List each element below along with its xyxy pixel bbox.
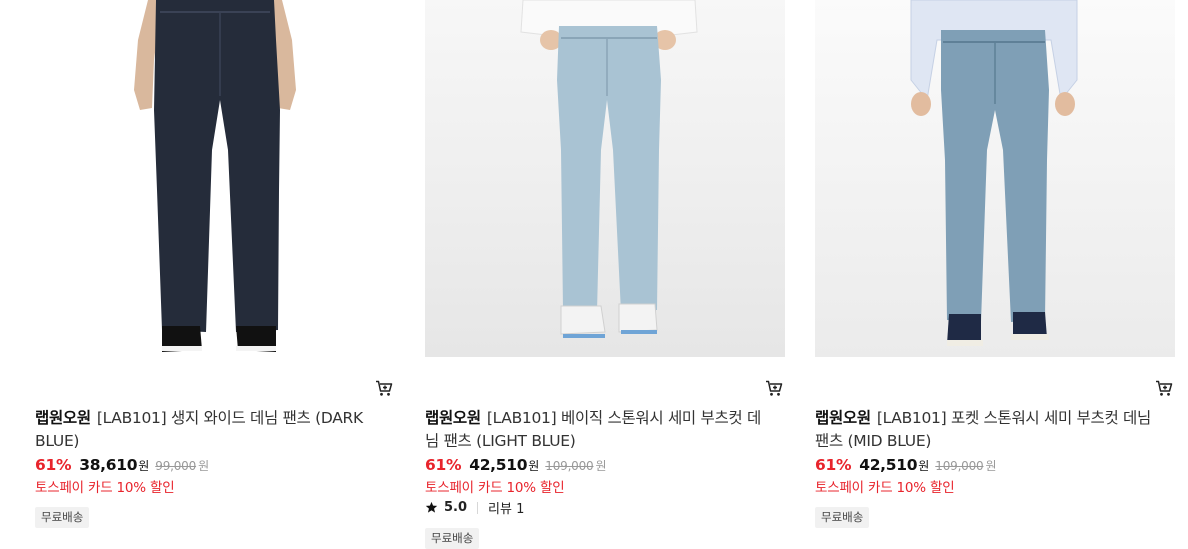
free-shipping-badge: 무료배송 <box>425 528 480 549</box>
payment-promo: 토스페이 카드 10% 할인 <box>815 480 955 496</box>
product-card[interactable]: 랩원오원 [LAB101] 베이직 스톤워시 세미 부츠컷 데님 팬츠 (LIGH… <box>425 0 785 549</box>
price-row: 61% 42,510 원 109,000 원 <box>425 456 607 476</box>
discount-rate: 61% <box>35 456 72 474</box>
cart-plus-icon[interactable] <box>763 377 785 399</box>
original-currency-unit: 원 <box>595 459 607 473</box>
product-grid: 랩원오원 [LAB101] 생지 와이드 데님 팬츠 (DARK BLUE) 61… <box>0 0 1188 549</box>
payment-promo: 토스페이 카드 10% 할인 <box>425 480 565 496</box>
original-price: 99,000 <box>155 459 197 473</box>
product-title[interactable]: 랩원오원 [LAB101] 생지 와이드 데님 팬츠 (DARK BLUE) <box>35 407 380 453</box>
rating-row: 5.0 리뷰 1 <box>425 498 524 517</box>
brand-name[interactable]: 랩원오원 <box>35 409 91 427</box>
free-shipping-badge: 무료배송 <box>815 507 870 528</box>
brand-name[interactable]: 랩원오원 <box>425 409 481 427</box>
cart-plus-icon[interactable] <box>1153 377 1175 399</box>
cart-plus-icon[interactable] <box>373 377 395 399</box>
free-shipping-badge: 무료배송 <box>35 507 90 528</box>
jeans-photo-icon <box>520 0 698 338</box>
product-image[interactable] <box>425 0 785 357</box>
payment-promo: 토스페이 카드 10% 할인 <box>35 480 175 496</box>
product-card[interactable]: 랩원오원 [LAB101] 생지 와이드 데님 팬츠 (DARK BLUE) 61… <box>30 0 395 542</box>
star-icon <box>425 501 438 513</box>
jeans-photo-icon <box>910 0 1078 346</box>
product-image[interactable] <box>30 0 380 357</box>
original-currency-unit: 원 <box>985 459 997 473</box>
currency-unit: 원 <box>138 459 150 473</box>
original-currency-unit: 원 <box>198 459 210 473</box>
price-row: 61% 38,610 원 99,000 원 <box>35 456 209 476</box>
discount-rate: 61% <box>815 456 852 474</box>
product-title[interactable]: 랩원오원 [LAB101] 포켓 스톤워시 세미 부츠컷 데님 팬츠 (MID B… <box>815 407 1160 453</box>
sale-price: 42,510 <box>859 456 918 474</box>
discount-rate: 61% <box>425 456 462 474</box>
currency-unit: 원 <box>918 459 930 473</box>
currency-unit: 원 <box>528 459 540 473</box>
product-image[interactable] <box>815 0 1175 357</box>
brand-name[interactable]: 랩원오원 <box>815 409 871 427</box>
review-count[interactable]: 리뷰 1 <box>488 498 524 517</box>
sale-price: 42,510 <box>469 456 528 474</box>
original-price: 109,000 <box>545 459 594 473</box>
rating-score: 5.0 <box>444 500 468 515</box>
product-card[interactable]: 랩원오원 [LAB101] 포켓 스톤워시 세미 부츠컷 데님 팬츠 (MID B… <box>815 0 1175 542</box>
original-price: 109,000 <box>935 459 984 473</box>
product-title[interactable]: 랩원오원 [LAB101] 베이직 스톤워시 세미 부츠컷 데님 팬츠 (LIGH… <box>425 407 770 453</box>
sale-price: 38,610 <box>79 456 138 474</box>
jeans-photo-icon <box>134 0 296 352</box>
price-row: 61% 42,510 원 109,000 원 <box>815 456 997 476</box>
divider <box>477 501 479 514</box>
